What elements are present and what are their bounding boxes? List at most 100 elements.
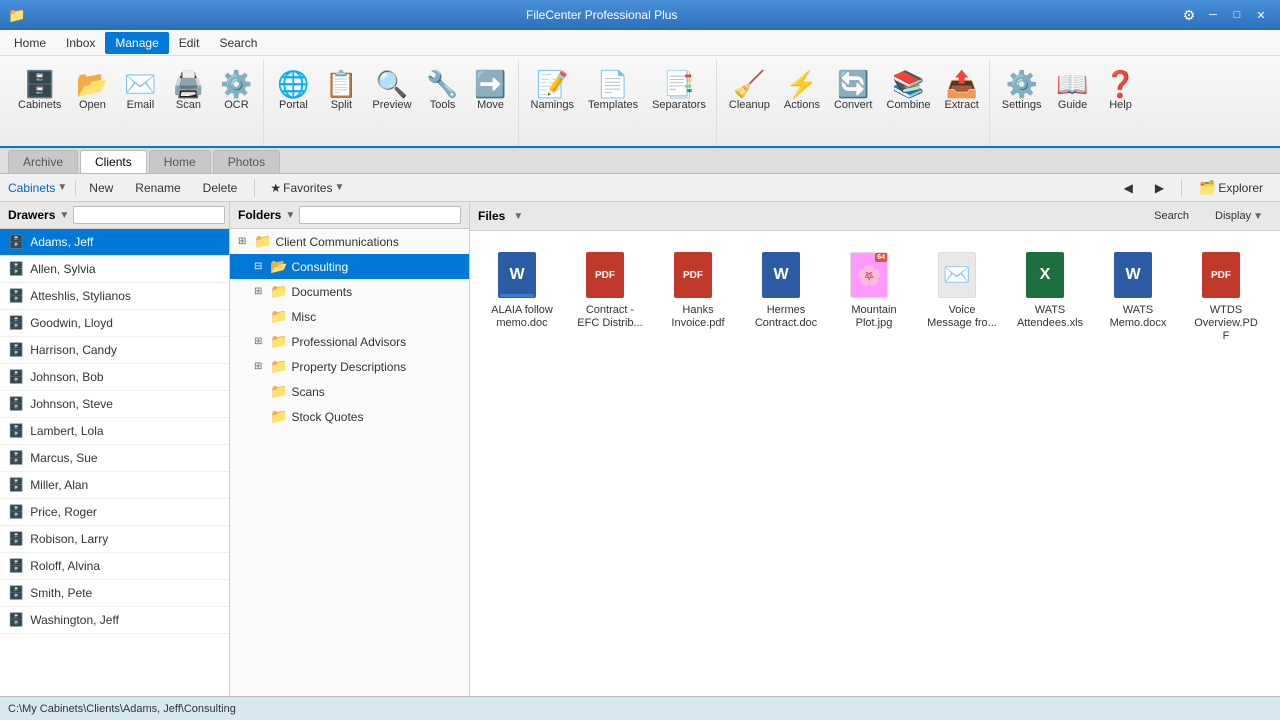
main-content: Drawers ▼ 🗄️ Adams, Jeff 🗄️ Allen, Sylvi… bbox=[0, 202, 1280, 696]
drawer-item-miller[interactable]: 🗄️ Miller, Alan bbox=[0, 472, 229, 499]
delete-button[interactable]: Delete bbox=[194, 177, 247, 199]
drawer-item-goodwin[interactable]: 🗄️ Goodwin, Lloyd bbox=[0, 310, 229, 337]
tools-button[interactable]: 🔧 Tools bbox=[420, 67, 466, 139]
drawer-item-washington[interactable]: 🗄️ Washington, Jeff bbox=[0, 607, 229, 634]
chevron-down-icon: ▼ bbox=[334, 182, 344, 193]
file-contract-efc[interactable]: PDF Contract - EFC Distrib... bbox=[570, 243, 650, 353]
separators-button[interactable]: 📑 Separators bbox=[646, 67, 712, 139]
folder-icon: 📁 bbox=[254, 233, 271, 250]
maximize-button[interactable]: □ bbox=[1226, 5, 1248, 25]
split-button[interactable]: 📋 Split bbox=[318, 67, 364, 139]
chevron-down-icon[interactable]: ▼ bbox=[59, 210, 69, 221]
drawer-item-harrison[interactable]: 🗄️ Harrison, Candy bbox=[0, 337, 229, 364]
guide-button[interactable]: 📖 Guide bbox=[1050, 67, 1096, 139]
drawer-item-atteshlis[interactable]: 🗄️ Atteshlis, Stylianos bbox=[0, 283, 229, 310]
expand-icon[interactable]: ⊞ bbox=[238, 236, 250, 247]
favorites-button[interactable]: ★ Favorites ▼ bbox=[263, 177, 351, 199]
templates-button[interactable]: 📄 Templates bbox=[582, 67, 644, 139]
file-wats-memo[interactable]: W WATS Memo.docx bbox=[1098, 243, 1178, 353]
file-mountain-plot[interactable]: 🌸 64 Mountain Plot.jpg bbox=[834, 243, 914, 353]
file-alaia-memo[interactable]: W ALAIA follow memo.doc bbox=[482, 243, 562, 353]
portal-button[interactable]: 🌐 Portal bbox=[270, 67, 316, 139]
menu-home[interactable]: Home bbox=[4, 32, 56, 54]
drawer-item-adams-jeff[interactable]: 🗄️ Adams, Jeff bbox=[0, 229, 229, 256]
back-button[interactable]: ◀ bbox=[1115, 177, 1142, 199]
settings-button[interactable]: ⚙️ Settings bbox=[996, 67, 1048, 139]
chevron-down-icon[interactable]: ▼ bbox=[285, 210, 295, 221]
file-voice-message[interactable]: ✉️ Voice Message fro... bbox=[922, 243, 1002, 353]
breadcrumb-cabinets[interactable]: Cabinets ▼ bbox=[8, 181, 67, 195]
cleanup-button[interactable]: 🧹 Cleanup bbox=[723, 67, 776, 139]
folder-client-communications[interactable]: ⊞ 📁 Client Communications bbox=[230, 229, 469, 254]
close-button[interactable]: ✕ bbox=[1250, 5, 1272, 25]
display-button[interactable]: Display ▼ bbox=[1206, 206, 1272, 226]
help-icon: ❓ bbox=[1104, 71, 1136, 97]
menu-inbox[interactable]: Inbox bbox=[56, 32, 105, 54]
convert-button[interactable]: 🔄 Convert bbox=[828, 67, 879, 139]
preview-button[interactable]: 🔍 Preview bbox=[366, 67, 417, 139]
file-wats-attendees[interactable]: X WATS Attendees.xls bbox=[1010, 243, 1090, 353]
combine-button[interactable]: 📚 Combine bbox=[881, 67, 937, 139]
drawer-item-robison[interactable]: 🗄️ Robison, Larry bbox=[0, 526, 229, 553]
file-wtds-overview[interactable]: PDF WTDS Overview.PDF bbox=[1186, 243, 1266, 353]
email-button[interactable]: ✉️ Email bbox=[117, 67, 163, 139]
cabinets-button[interactable]: 🗄️ Cabinets bbox=[12, 67, 67, 139]
menu-edit[interactable]: Edit bbox=[169, 32, 210, 54]
forward-button[interactable]: ▶ bbox=[1146, 177, 1173, 199]
drawer-item-johnson-steve[interactable]: 🗄️ Johnson, Steve bbox=[0, 391, 229, 418]
menu-search[interactable]: Search bbox=[209, 32, 267, 54]
tab-archive[interactable]: Archive bbox=[8, 150, 78, 173]
help-button[interactable]: ❓ Help bbox=[1098, 67, 1144, 139]
folder-stock-quotes[interactable]: ⊞ 📁 Stock Quotes bbox=[230, 404, 469, 429]
drawer-icon: 🗄️ bbox=[8, 369, 24, 385]
explorer-button[interactable]: 🗂️ Explorer bbox=[1190, 176, 1272, 200]
folder-icon: 📁 bbox=[270, 308, 287, 325]
file-name: WATS Memo.docx bbox=[1103, 304, 1173, 330]
breadcrumb: Cabinets ▼ bbox=[8, 181, 76, 195]
drawer-item-smith[interactable]: 🗄️ Smith, Pete bbox=[0, 580, 229, 607]
tab-home[interactable]: Home bbox=[149, 150, 211, 173]
extract-button[interactable]: 📤 Extract bbox=[939, 67, 985, 139]
file-hermes-contract[interactable]: W Hermes Contract.doc bbox=[746, 243, 826, 353]
ribbon-group-file: 🗄️ Cabinets 📂 Open ✉️ Email 🖨️ Scan ⚙️ O… bbox=[8, 60, 264, 146]
drawer-icon: 🗄️ bbox=[8, 531, 24, 547]
new-button[interactable]: New bbox=[80, 177, 122, 199]
chevron-down-icon[interactable]: ▼ bbox=[513, 211, 523, 222]
folder-consulting[interactable]: ⊟ 📂 Consulting bbox=[230, 254, 469, 279]
actions-button[interactable]: ⚡ Actions bbox=[778, 67, 826, 139]
namings-button[interactable]: 📝 Namings bbox=[525, 67, 580, 139]
folders-list: ⊞ 📁 Client Communications ⊟ 📂 Consulting… bbox=[230, 229, 469, 696]
expand-icon[interactable]: ⊞ bbox=[254, 336, 266, 347]
open-button[interactable]: 📂 Open bbox=[69, 67, 115, 139]
minimize-button[interactable]: ─ bbox=[1202, 5, 1224, 25]
move-button[interactable]: ➡️ Move bbox=[468, 67, 514, 139]
tab-clients[interactable]: Clients bbox=[80, 150, 147, 173]
menu-manage[interactable]: Manage bbox=[105, 32, 168, 54]
expand-icon[interactable]: ⊞ bbox=[254, 286, 266, 297]
tab-photos[interactable]: Photos bbox=[213, 150, 280, 173]
folder-icon: 📁 bbox=[270, 283, 287, 300]
folder-professional-advisors[interactable]: ⊞ 📁 Professional Advisors bbox=[230, 329, 469, 354]
expand-icon[interactable]: ⊞ bbox=[254, 361, 266, 372]
rename-button[interactable]: Rename bbox=[126, 177, 189, 199]
folder-property-descriptions[interactable]: ⊞ 📁 Property Descriptions bbox=[230, 354, 469, 379]
folder-documents[interactable]: ⊞ 📁 Documents bbox=[230, 279, 469, 304]
file-hanks-invoice[interactable]: PDF Hanks Invoice.pdf bbox=[658, 243, 738, 353]
search-button[interactable]: Search bbox=[1145, 206, 1198, 226]
folder-scans[interactable]: ⊞ 📁 Scans bbox=[230, 379, 469, 404]
drawer-item-roloff[interactable]: 🗄️ Roloff, Alvina bbox=[0, 553, 229, 580]
drawer-item-lambert[interactable]: 🗄️ Lambert, Lola bbox=[0, 418, 229, 445]
drawer-item-price[interactable]: 🗄️ Price, Roger bbox=[0, 499, 229, 526]
folders-search-input[interactable] bbox=[299, 206, 461, 224]
ocr-button[interactable]: ⚙️ OCR bbox=[213, 67, 259, 139]
drawer-item-marcus[interactable]: 🗄️ Marcus, Sue bbox=[0, 445, 229, 472]
drawer-item-allen-sylvia[interactable]: 🗄️ Allen, Sylvia bbox=[0, 256, 229, 283]
settings-icon[interactable]: ⚙ bbox=[1178, 5, 1200, 25]
scan-button[interactable]: 🖨️ Scan bbox=[165, 67, 211, 139]
folder-misc[interactable]: ⊞ 📁 Misc bbox=[230, 304, 469, 329]
drawer-item-johnson-bob[interactable]: 🗄️ Johnson, Bob bbox=[0, 364, 229, 391]
drawers-search-input[interactable] bbox=[73, 206, 225, 224]
file-name: Hermes Contract.doc bbox=[751, 304, 821, 330]
expand-icon[interactable]: ⊟ bbox=[254, 261, 266, 272]
file-icon-xls: X bbox=[1026, 252, 1074, 300]
